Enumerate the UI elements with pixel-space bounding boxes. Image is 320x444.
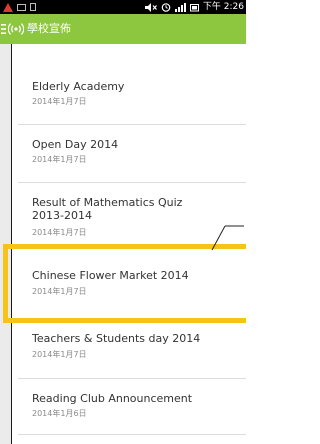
status-clock: 下午 2:26 (202, 2, 244, 12)
list-item[interactable]: Elderly Academy 2014年1月7日 (18, 64, 246, 120)
broadcast-icon[interactable] (8, 22, 24, 36)
item-title: Elderly Academy (32, 80, 125, 93)
signal-icon (174, 2, 186, 12)
item-title: Teachers & Students day 2014 (32, 332, 201, 345)
divider (18, 434, 246, 435)
item-date: 2014年1月7日 (32, 287, 87, 296)
battery-icon (189, 3, 199, 11)
image-icon (17, 3, 26, 11)
status-right-icons: 下午 2:26 (144, 0, 244, 14)
item-title: Result of Mathematics Quiz (32, 196, 183, 209)
mute-icon (144, 2, 157, 12)
list-item[interactable]: Teachers & Students day 2014 2014年1月7日 (18, 323, 246, 379)
app-screen: 下午 2:26 學校宣佈 Elderly Academy 2014年1月7日 O… (0, 0, 246, 444)
list-item[interactable]: Result of Mathematics Quiz 2013-2014 201… (18, 182, 246, 246)
item-date: 2014年1月7日 (32, 155, 87, 164)
item-title: Reading Club Announcement (32, 392, 193, 405)
sd-card-icon (30, 3, 36, 11)
item-title: 2013-2014 (32, 209, 92, 222)
list-item[interactable]: Reading Club Announcement 2014年1月6日 (18, 378, 246, 434)
warning-icon (3, 2, 13, 12)
item-title: Chinese Flower Market 2014 (32, 269, 189, 282)
item-title: Open Day 2014 (32, 138, 119, 151)
item-date: 2014年1月7日 (32, 97, 87, 106)
app-title: 學校宣佈 (27, 22, 71, 35)
item-date: 2014年1月7日 (32, 350, 87, 359)
alarm-icon (161, 3, 171, 12)
list-item-highlighted[interactable]: Chinese Flower Market 2014 2014年1月7日 (18, 249, 246, 318)
list-item[interactable]: Open Day 2014 2014年1月7日 (18, 124, 246, 180)
status-bar: 下午 2:26 (0, 0, 246, 14)
item-date: 2014年1月6日 (32, 409, 87, 418)
item-date: 2014年1月7日 (32, 228, 87, 237)
status-left-icons (3, 2, 36, 12)
app-bar: 學校宣佈 (0, 14, 246, 44)
drawer-icon[interactable] (1, 24, 6, 34)
